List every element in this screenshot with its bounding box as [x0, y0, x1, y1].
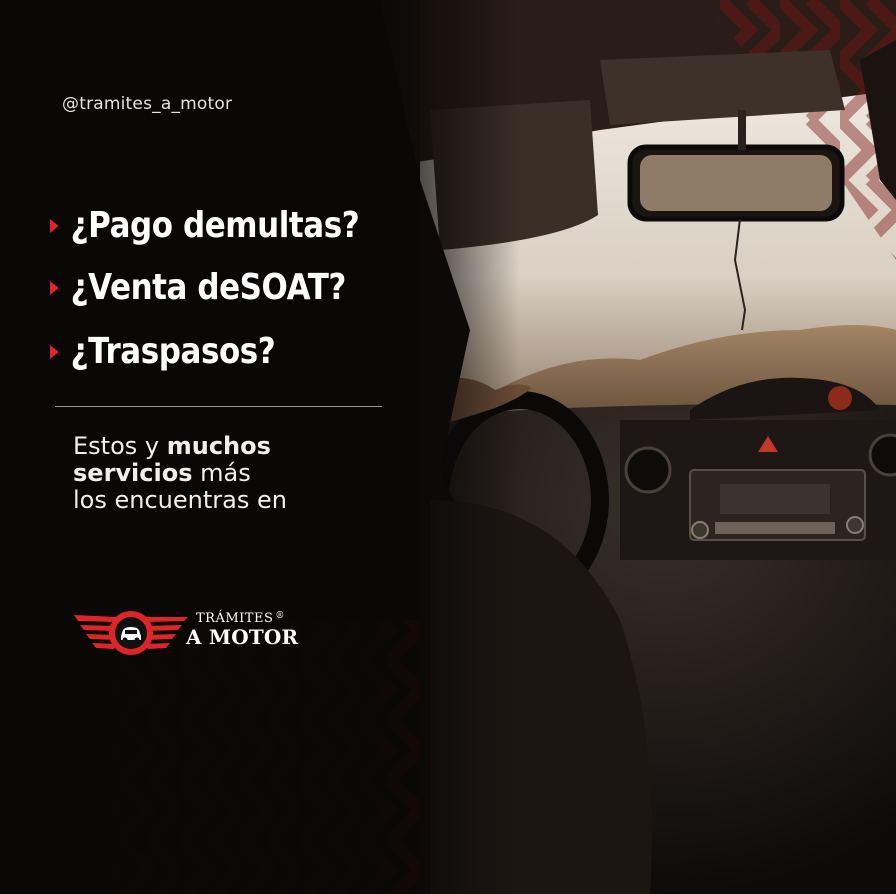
services-line1-bold: muchos [166, 432, 271, 460]
promo-graphic: @tramites_a_motor ¿Pago de multas? ¿Vent… [0, 0, 896, 894]
play-arrow-icon [50, 280, 59, 295]
registered-mark: ® [275, 611, 285, 621]
brand-name: TRÁMITES ® A MOTOR [186, 611, 299, 649]
services-line3: los encuentras en [73, 486, 287, 514]
brand-line2: A MOTOR [186, 625, 299, 649]
play-arrow-icon [50, 218, 59, 233]
question-fines-bold: multas? [225, 205, 360, 246]
services-line2-post: más [192, 459, 251, 487]
services-line2-bold: servicios [73, 459, 193, 487]
play-arrow-icon [50, 344, 59, 359]
question-soat: ¿Venta de SOAT? [50, 267, 346, 308]
question-fines: ¿Pago de multas? [50, 205, 360, 246]
services-text: Estos y muchos servicios más los encuent… [73, 433, 287, 514]
question-soat-bold: SOAT? [239, 267, 347, 308]
question-fines-prefix: ¿Pago de [70, 205, 226, 246]
question-transfers-bold: ¿Traspasos? [70, 331, 276, 372]
divider [55, 406, 382, 407]
social-handle: @tramites_a_motor [62, 94, 233, 114]
question-soat-prefix: ¿Venta de [70, 267, 240, 308]
brand-line1: TRÁMITES [196, 611, 274, 626]
question-transfers: ¿Traspasos? [50, 331, 276, 372]
services-line1-pre: Estos y [73, 432, 167, 460]
